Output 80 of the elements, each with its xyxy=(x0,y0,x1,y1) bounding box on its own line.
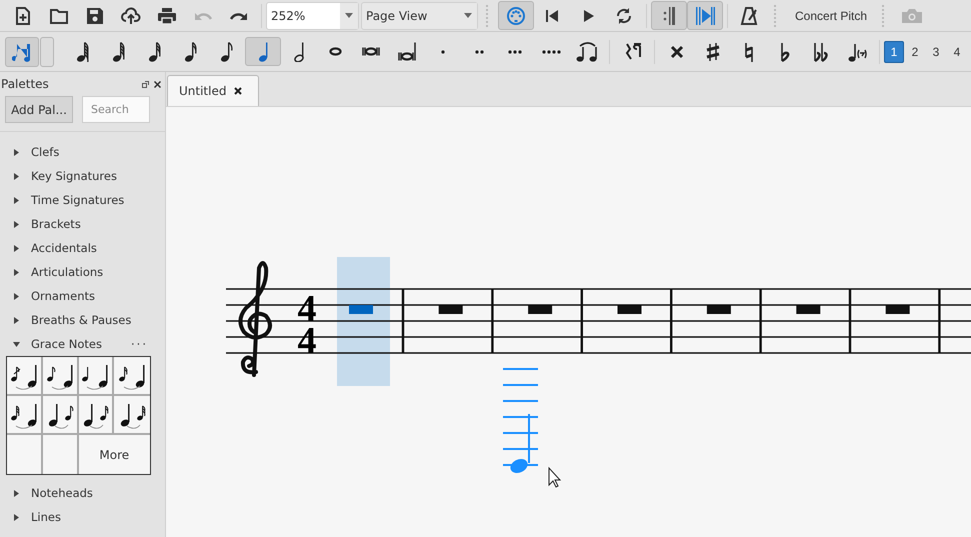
concert-pitch-button[interactable]: Concert Pitch xyxy=(786,2,876,30)
longa-icon xyxy=(398,42,416,61)
whole-note-icon xyxy=(328,47,342,56)
voice-button[interactable]: 3 xyxy=(926,40,946,62)
undo-icon xyxy=(194,10,212,21)
whole-rest[interactable] xyxy=(438,305,463,314)
view-mode-dropdown[interactable]: Page View xyxy=(361,2,478,30)
collapsed-arrow-icon[interactable] xyxy=(13,268,20,276)
metronome-icon xyxy=(740,6,760,26)
collapsed-arrow-icon[interactable] xyxy=(13,244,20,252)
flagged-note-icon xyxy=(76,42,90,62)
palette-cell[interactable] xyxy=(7,396,43,435)
printer-icon xyxy=(157,6,177,26)
dots-icon xyxy=(542,48,560,54)
quarter-note-icon xyxy=(258,42,268,62)
mouse-pointer-icon xyxy=(548,466,562,488)
close-icon[interactable] xyxy=(234,87,242,95)
palette-name[interactable]: Brackets xyxy=(31,217,165,231)
palette-cell[interactable] xyxy=(7,357,43,396)
dots-icon xyxy=(474,48,484,54)
palette-name[interactable]: Grace Notes xyxy=(31,337,120,351)
flagged-note-icon xyxy=(112,42,126,62)
pan-score-icon xyxy=(695,6,715,26)
collapsed-arrow-icon[interactable] xyxy=(13,490,20,496)
more-menu[interactable]: ··· xyxy=(131,337,148,351)
add-palette-button[interactable]: Add Pal... xyxy=(5,96,73,123)
loop-arrows-icon xyxy=(614,6,634,26)
palette-name[interactable]: Time Signatures xyxy=(31,193,165,207)
palette-name[interactable]: Clefs xyxy=(31,145,165,159)
voice-button[interactable]: 2 xyxy=(905,40,925,62)
palette-name[interactable]: Accidentals xyxy=(31,241,165,255)
palette-name[interactable]: Ornaments xyxy=(31,289,165,303)
repeats-button[interactable] xyxy=(651,1,687,30)
palette-cell[interactable] xyxy=(42,357,78,396)
palette-cell[interactable] xyxy=(78,357,114,396)
collapsed-arrow-icon[interactable] xyxy=(13,196,20,204)
palette-name[interactable]: Key Signatures xyxy=(31,169,165,183)
flagged-note-icon xyxy=(148,42,162,62)
expanded-arrow-icon[interactable] xyxy=(13,340,20,348)
more-button[interactable]: More xyxy=(78,435,150,474)
voice-button[interactable]: 4 xyxy=(947,40,967,62)
float-icon[interactable] xyxy=(142,80,149,88)
breve-icon xyxy=(362,47,380,56)
whole-rest[interactable] xyxy=(886,305,910,314)
collapsed-arrow-icon[interactable] xyxy=(13,148,20,156)
collapsed-arrow-icon[interactable] xyxy=(13,292,20,300)
pan-button[interactable] xyxy=(687,1,723,30)
cloud-upload-icon xyxy=(121,6,141,26)
midi-connector-icon xyxy=(506,6,526,26)
flagged-note-icon xyxy=(184,42,198,62)
note-with-parentheses-icon xyxy=(847,42,867,62)
collapsed-arrow-icon[interactable] xyxy=(13,220,20,228)
half-note-icon xyxy=(294,42,304,62)
palette-cell[interactable] xyxy=(78,396,114,435)
voice-button[interactable]: 1 xyxy=(884,40,904,62)
collapsed-arrow-icon[interactable] xyxy=(13,172,20,180)
note-input-button[interactable] xyxy=(5,36,39,66)
collapsed-arrow-icon[interactable] xyxy=(13,316,20,324)
page-plus-icon xyxy=(13,6,33,26)
whole-rest[interactable] xyxy=(796,305,820,314)
palette-name[interactable]: Breaths & Pauses xyxy=(31,313,165,327)
flagged-note-icon xyxy=(220,42,234,62)
dot-icon xyxy=(441,48,445,54)
palette-name[interactable]: Articulations xyxy=(31,265,165,279)
panel-title: Palettes xyxy=(1,77,49,91)
palette-cell[interactable] xyxy=(42,396,78,435)
close-icon[interactable] xyxy=(154,80,161,88)
tie-icon xyxy=(574,40,600,62)
palette-name[interactable]: Noteheads xyxy=(31,486,165,500)
camera-icon xyxy=(901,8,924,24)
caret-icon xyxy=(464,13,472,18)
document-tab[interactable]: Untitled xyxy=(167,75,260,106)
zoom-dropdown[interactable]: 252% xyxy=(266,2,359,30)
dots-icon xyxy=(508,48,522,54)
note-input-mode-dropdown[interactable] xyxy=(40,36,54,66)
palette-name[interactable]: Lines xyxy=(31,510,165,524)
search-field[interactable]: Search xyxy=(82,96,150,123)
treble-clef-icon xyxy=(238,261,272,377)
collapsed-arrow-icon[interactable] xyxy=(13,514,20,520)
caret-icon xyxy=(345,13,353,18)
